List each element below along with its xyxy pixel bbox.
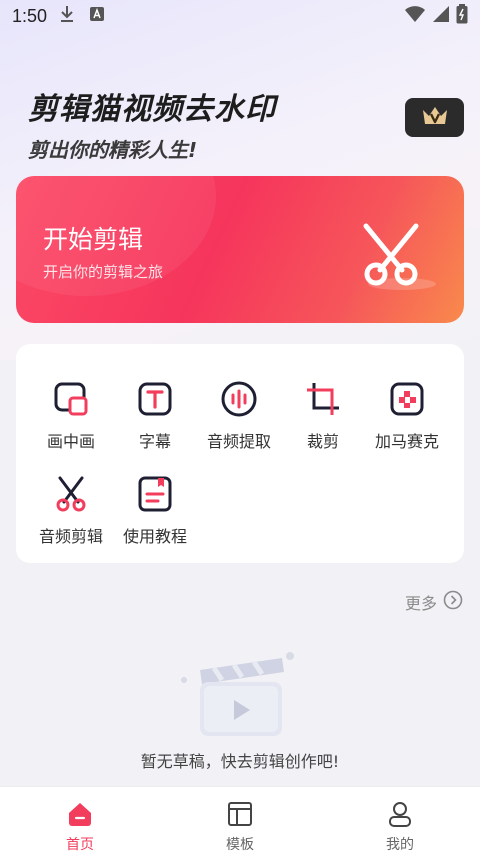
- start-editing-subtitle: 开启你的剪辑之旅: [43, 263, 164, 281]
- tutorial-icon: [136, 475, 174, 513]
- chevron-right-circle-icon: [443, 590, 463, 614]
- tool-label: 音频剪辑: [38, 527, 103, 546]
- more-button[interactable]: 更多: [405, 590, 463, 614]
- mosaic-icon: [388, 380, 426, 418]
- start-editing-title: 开始剪辑: [43, 225, 144, 254]
- crop-icon: [304, 380, 342, 418]
- tool-audio-extract[interactable]: 音频提取: [194, 380, 284, 460]
- crown-v-icon: [420, 104, 450, 132]
- tool-tutorial[interactable]: 使用教程: [110, 475, 200, 555]
- battery-icon: [456, 3, 468, 29]
- app-subtitle: 剪出你的精彩人生!: [28, 138, 198, 162]
- app-title: 剪辑猫视频去水印: [28, 92, 276, 127]
- start-editing-card[interactable]: 开始剪辑 开启你的剪辑之旅: [16, 176, 464, 323]
- home-icon: [67, 801, 93, 831]
- tool-label: 字幕: [138, 432, 171, 451]
- nav-template[interactable]: 模板: [190, 787, 290, 853]
- tool-label: 音频提取: [206, 432, 271, 451]
- tool-audio-cut[interactable]: 音频剪辑: [26, 475, 116, 555]
- subtitle-icon: [136, 380, 174, 418]
- tool-label: 画中画: [46, 432, 95, 451]
- bottom-navigation: 首页 模板 我的: [0, 786, 480, 853]
- status-bar: 1:50: [0, 0, 480, 32]
- template-icon: [227, 801, 253, 831]
- audio-extract-icon: [220, 380, 258, 418]
- tool-label: 使用教程: [122, 527, 187, 546]
- profile-icon: [387, 801, 413, 831]
- tool-mosaic[interactable]: 加马赛克: [362, 380, 452, 460]
- empty-drafts-illustration: [178, 650, 302, 744]
- nav-home[interactable]: 首页: [30, 787, 130, 853]
- empty-drafts-text: 暂无草稿，快去剪辑创作吧!: [140, 752, 340, 771]
- keyboard-a-icon: [89, 6, 105, 27]
- nav-profile[interactable]: 我的: [350, 787, 450, 853]
- signal-icon: [432, 5, 450, 28]
- more-label: 更多: [405, 594, 438, 613]
- download-icon: [59, 5, 75, 28]
- wifi-icon: [404, 5, 426, 28]
- audio-cut-icon: [52, 475, 90, 513]
- picture-in-picture-icon: [52, 380, 90, 418]
- tools-panel: 画中画 字幕 音频提取 裁剪 加马赛克 音频剪辑 使用教程: [16, 344, 464, 563]
- status-time: 1:50: [12, 5, 48, 26]
- tool-label: 裁剪: [306, 432, 339, 451]
- nav-template-label: 模板: [226, 837, 254, 853]
- nav-home-label: 首页: [66, 837, 94, 853]
- nav-profile-label: 我的: [386, 837, 414, 853]
- tool-picture-in-picture[interactable]: 画中画: [26, 380, 116, 460]
- vip-button[interactable]: [405, 98, 464, 137]
- app-header: 剪辑猫视频去水印 剪出你的精彩人生!: [28, 84, 276, 163]
- scissors-icon: [354, 220, 444, 296]
- tool-label: 加马赛克: [374, 432, 439, 451]
- tool-subtitle[interactable]: 字幕: [110, 380, 200, 460]
- tool-crop[interactable]: 裁剪: [278, 380, 368, 460]
